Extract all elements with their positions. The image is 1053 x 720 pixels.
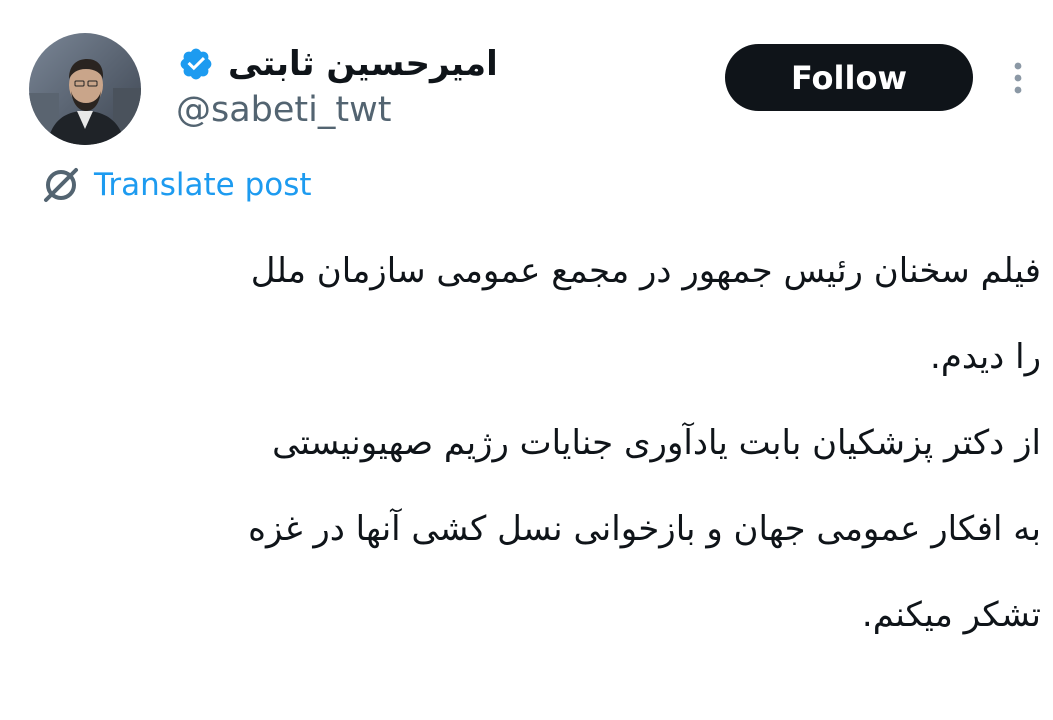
- translate-globe-icon: [44, 168, 78, 202]
- verified-badge-icon: [180, 48, 212, 80]
- translate-post-link[interactable]: Translate post: [40, 162, 312, 208]
- post-text-line: از دکتر پزشکیان بابت یادآوری جنایات رژیم…: [272, 423, 1041, 463]
- more-vertical-icon[interactable]: [1006, 58, 1030, 98]
- post-text-line: تشکر میکنم.: [861, 595, 1041, 635]
- tweet-card: امیرحسین ثابتی @sabeti_twt Follow Transl…: [0, 0, 1053, 720]
- author-handle[interactable]: @sabeti_twt: [176, 88, 391, 132]
- translate-post-label: Translate post: [94, 167, 312, 203]
- post-text-line: فیلم سخنان رئیس جمهور در مجمع عمومی سازم…: [250, 251, 1041, 291]
- author-display-name[interactable]: امیرحسین ثابتی: [228, 40, 498, 88]
- post-text-line: را دیدم.: [930, 337, 1041, 377]
- post-text-line: به افکار عمومی جهان و بازخوانی نسل کشی آ…: [248, 509, 1041, 549]
- avatar-image: [29, 33, 141, 145]
- post-text: فیلم سخنان رئیس جمهور در مجمع عمومی سازم…: [31, 228, 1041, 658]
- follow-button[interactable]: Follow: [725, 44, 973, 111]
- avatar[interactable]: [29, 33, 141, 145]
